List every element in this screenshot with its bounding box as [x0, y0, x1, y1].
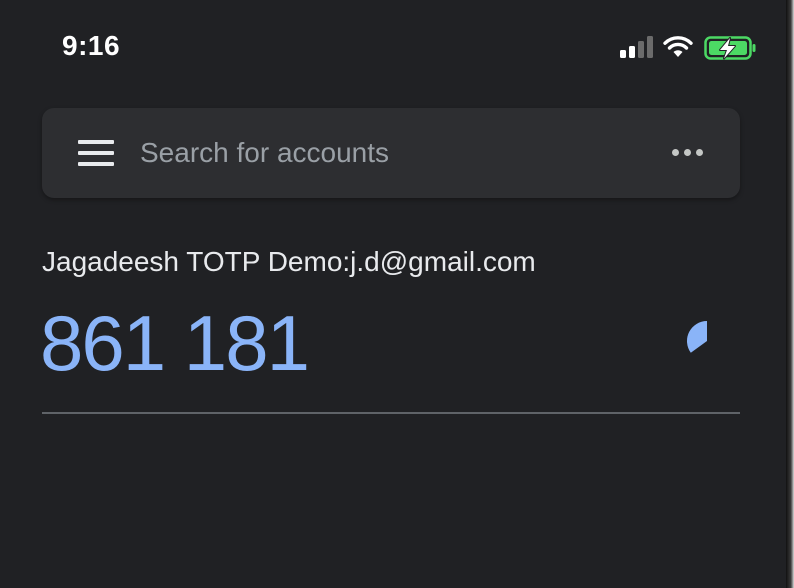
hamburger-menu-icon[interactable]: [78, 140, 114, 166]
app-screen: 9:16 Search for accounts Jagadeesh TOTP …: [0, 0, 786, 588]
countdown-timer-icon: [686, 321, 707, 353]
status-time: 9:16: [62, 30, 121, 61]
wifi-icon: [663, 36, 693, 57]
more-horizontal-icon[interactable]: [668, 144, 708, 162]
list-divider: [42, 412, 740, 414]
account-list-item[interactable]: Jagadeesh TOTP Demo:j.d@gmail.com 861 18…: [40, 236, 740, 414]
account-name: Jagadeesh TOTP Demo:j.d@gmail.com: [42, 246, 536, 277]
battery-charging-icon: [704, 36, 756, 60]
cellular-signal-icon: [618, 34, 658, 60]
otp-code[interactable]: 861 181: [40, 298, 310, 388]
search-bar: [42, 108, 740, 198]
search-input[interactable]: [140, 130, 640, 176]
status-icons: [618, 34, 758, 62]
device-edge: [786, 0, 794, 588]
